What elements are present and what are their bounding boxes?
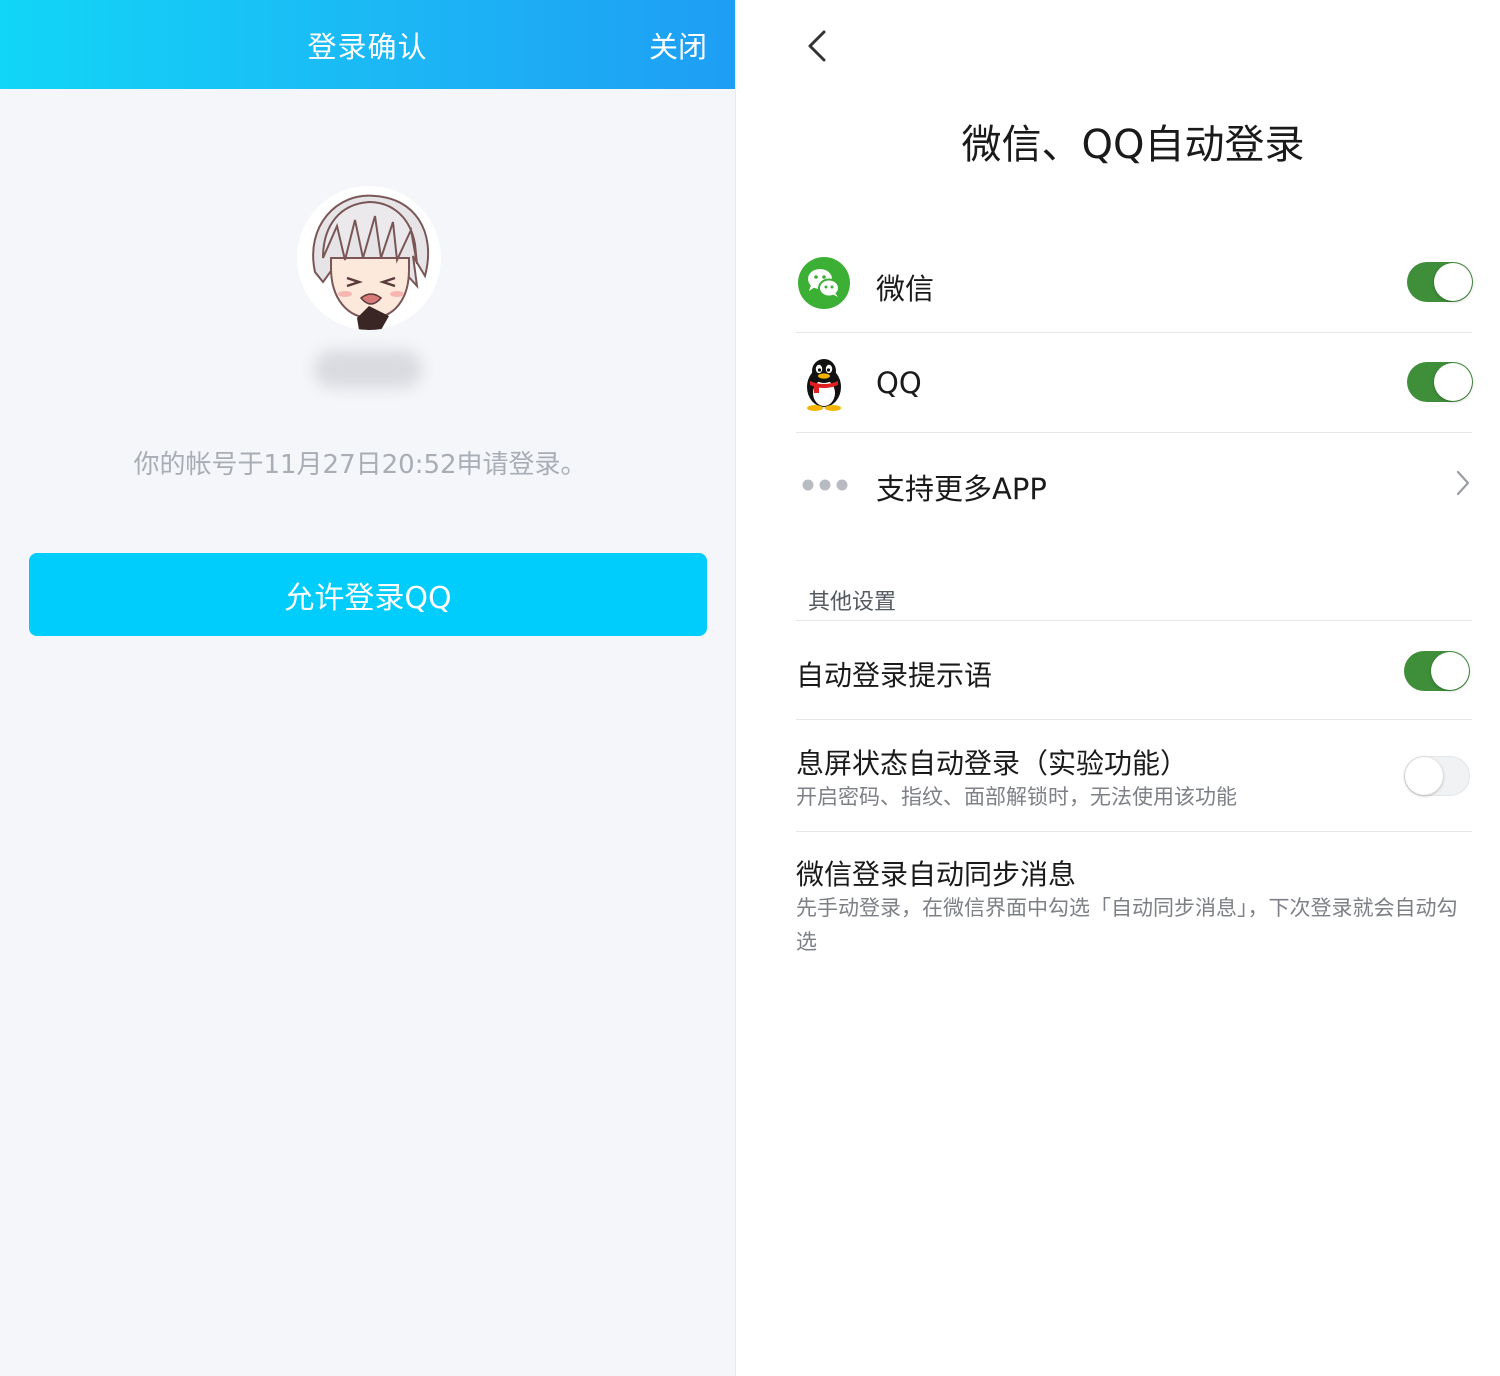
- qq-login-confirm-panel: 登录确认 关闭 你的帐号于11月27日20:52申请登录。 允许登录QQ: [0, 0, 736, 1376]
- qq-penguin-icon: [800, 355, 848, 415]
- option-desc-screen-off-login: 开启密码、指纹、面部解锁时，无法使用该功能: [796, 785, 1237, 809]
- divider: [796, 831, 1472, 832]
- app-label-qq: QQ: [876, 366, 922, 400]
- divider: [796, 719, 1472, 720]
- option-title-login-tip: 自动登录提示语: [796, 659, 993, 692]
- allow-login-button[interactable]: 允许登录QQ: [29, 553, 707, 636]
- option-title-wechat-sync: 微信登录自动同步消息: [796, 858, 1077, 891]
- login-tip-toggle[interactable]: [1404, 651, 1470, 691]
- avatar: [297, 186, 441, 330]
- app-label-wechat: 微信: [876, 272, 935, 306]
- blurred-username: [314, 350, 422, 388]
- auto-login-settings-panel: 微信、QQ自动登录 微信 QQ 支持更多APP 其他设置 自动登录提示语 息屏状…: [736, 0, 1500, 1376]
- wechat-icon: [798, 257, 850, 313]
- app-row-wechat: 微信: [796, 252, 1473, 314]
- option-title-screen-off-login: 息屏状态自动登录（实验功能）: [796, 747, 1189, 780]
- chevron-right-icon: [1454, 468, 1472, 502]
- app-row-qq: QQ: [796, 352, 1473, 415]
- close-button[interactable]: 关闭: [649, 24, 707, 66]
- page-title: 微信、QQ自动登录: [961, 122, 1305, 168]
- divider: [796, 620, 1472, 621]
- section-title-other-settings: 其他设置: [808, 590, 897, 615]
- wechat-auto-login-toggle[interactable]: [1407, 262, 1473, 302]
- divider: [796, 432, 1472, 433]
- header-title: 登录确认: [307, 30, 428, 64]
- more-apps-row[interactable]: 支持更多APP: [796, 450, 1472, 516]
- divider: [796, 332, 1472, 333]
- more-apps-label: 支持更多APP: [876, 472, 1047, 506]
- login-request-text: 你的帐号于11月27日20:52申请登录。: [133, 450, 587, 480]
- screen-off-login-toggle[interactable]: [1404, 756, 1470, 796]
- qq-auto-login-toggle[interactable]: [1407, 362, 1473, 402]
- option-desc-wechat-sync: 先手动登录，在微信界面中勾选「自动同步消息」，下次登录就会自动勾选: [796, 896, 1458, 954]
- chevron-left-icon: [808, 30, 826, 62]
- more-dots-icon: [802, 476, 848, 495]
- header-bar: 登录确认 关闭: [0, 0, 735, 89]
- back-button[interactable]: [798, 24, 838, 68]
